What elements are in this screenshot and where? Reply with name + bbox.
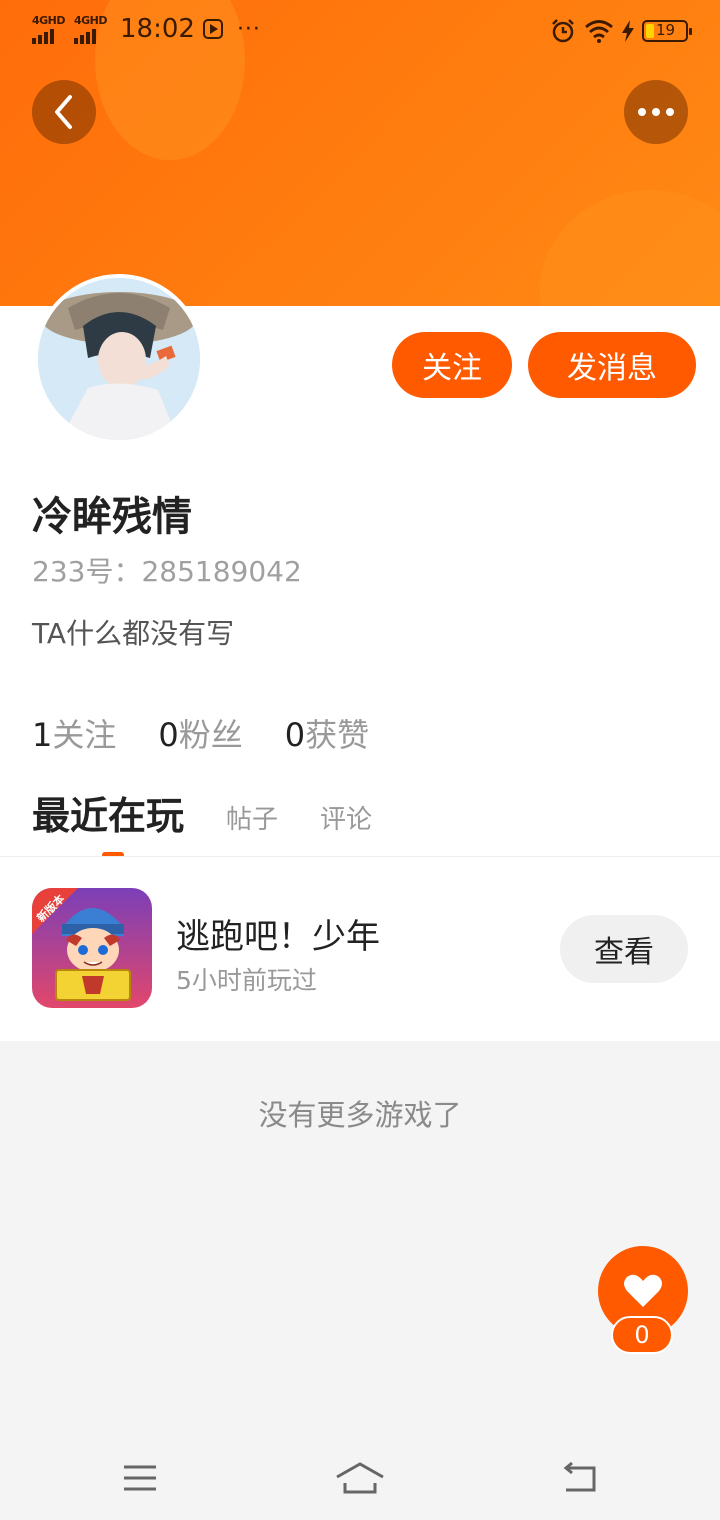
user-id: 233号：285189042 (32, 555, 302, 588)
send-message-button[interactable]: 发消息 (528, 332, 696, 398)
signal-icon: 4GHD (32, 14, 66, 44)
username: 冷眸残情 (32, 494, 192, 540)
stat-number: 0 (284, 716, 306, 754)
stat-number: 1 (32, 716, 53, 754)
stat-fans[interactable]: 0粉丝 (158, 710, 242, 756)
stats-row: 1关注 0粉丝 0获赞 (32, 710, 369, 756)
avatar[interactable] (34, 274, 204, 444)
nav-home-button[interactable] (330, 1456, 390, 1500)
tab-posts[interactable]: 帖子 (226, 799, 278, 840)
tab-comments[interactable]: 评论 (320, 799, 372, 840)
view-game-button[interactable]: 查看 (560, 915, 688, 983)
more-button[interactable] (624, 80, 688, 144)
no-more-games: 没有更多游戏了 (258, 1098, 462, 1132)
game-icon[interactable]: 新版本 (32, 888, 152, 1008)
heart-icon (624, 1274, 662, 1307)
status-bar: 4GHD 4GHD 18:02 ··· 19 (0, 0, 720, 66)
game-played-time: 5小时前玩过 (176, 966, 317, 995)
game-name: 逃跑吧！少年 (176, 917, 380, 957)
wifi-icon (585, 20, 613, 43)
clock: 18:02 (120, 14, 195, 44)
tab-recently-played[interactable]: 最近在玩 (32, 785, 185, 858)
tab-label: 最近在玩 (32, 794, 185, 838)
banner-decoration (540, 190, 720, 310)
signal-label: 4GHD (32, 14, 66, 27)
back-button[interactable] (32, 80, 96, 144)
media-play-icon (202, 19, 223, 39)
nav-menu-button[interactable] (110, 1456, 170, 1500)
charging-icon (622, 20, 634, 42)
menu-icon (124, 1465, 156, 1491)
system-nav-bar (0, 1436, 720, 1520)
battery-level: 19 (656, 21, 676, 39)
tab-bar: 最近在玩 帖子 评论 (32, 790, 372, 858)
stat-likes[interactable]: 0获赞 (285, 710, 369, 756)
user-bio: TA什么都没有写 (32, 617, 235, 650)
follow-button[interactable]: 关注 (392, 332, 512, 398)
status-bar-right: 19 (550, 18, 692, 44)
stat-label: 关注 (52, 716, 117, 754)
return-icon (563, 1462, 596, 1492)
status-more-icon: ··· (236, 16, 261, 42)
alarm-icon (552, 19, 574, 43)
chevron-left-icon (55, 95, 72, 129)
stat-label: 获赞 (305, 716, 370, 754)
home-icon (336, 1462, 384, 1494)
stat-following[interactable]: 1关注 (32, 710, 116, 756)
more-dots-icon (638, 108, 646, 116)
signal-label: 4GHD (74, 14, 108, 27)
status-bar-left: 4GHD 4GHD 18:02 ··· (32, 14, 261, 44)
like-count: 0 (611, 1316, 673, 1354)
profile-page: 4GHD 4GHD 18:02 ··· 19 关注 发消息 冷眸残情 233号：… (0, 0, 720, 1520)
stat-number: 0 (158, 716, 179, 754)
stat-label: 粉丝 (178, 716, 243, 754)
nav-back-button[interactable] (550, 1456, 610, 1500)
list-item[interactable]: 新版本 逃跑吧！少年 5小时前玩过 查看 (0, 857, 720, 1041)
battery-icon: 19 (642, 20, 692, 42)
signal-icon: 4GHD (74, 14, 108, 44)
profile-card: 关注 发消息 冷眸残情 233号：285189042 TA什么都没有写 1关注 … (0, 274, 720, 858)
